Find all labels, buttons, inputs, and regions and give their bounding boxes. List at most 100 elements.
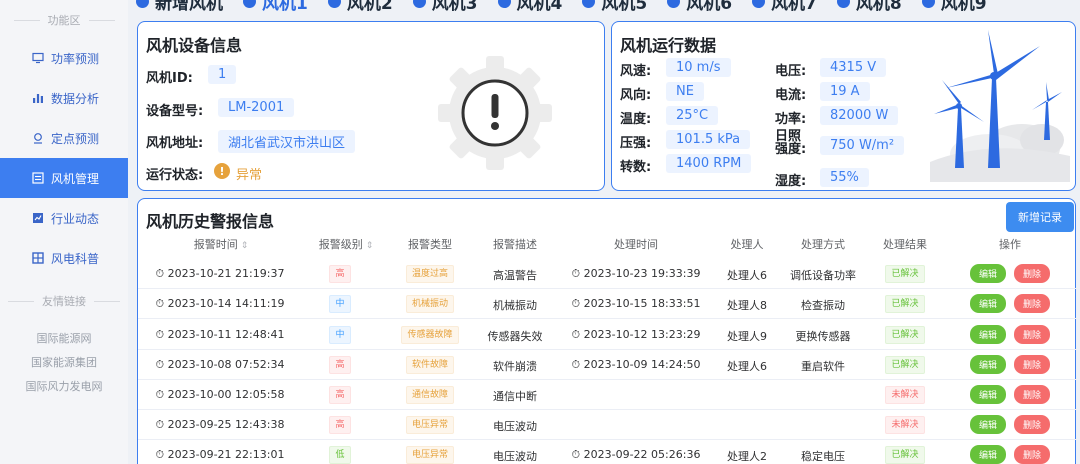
header-alarm-time[interactable]: 报警时间 ⇕ [160, 236, 282, 252]
tab-dot-icon [582, 0, 596, 8]
alarm-time: 2023-09-25 12:43:38 [167, 418, 285, 431]
header-alarm-level[interactable]: 报警级别 ⇕ [306, 236, 386, 252]
wind-speed-value: 10 m/s [666, 58, 731, 77]
table-row: ⏱ 2023-10-21 21:19:37 高 温度过高 高温警告 ⏱ 2023-10-… [138, 259, 1076, 289]
rpm-value: 1400 RPM [666, 154, 752, 173]
handle-time-cell: ⏱ 2023-09-22 05:26:36 [568, 448, 704, 462]
alarm-type-cell: 软件故障 [394, 356, 466, 374]
tab-fan-5[interactable]: 风机5 [582, 0, 647, 14]
tab-fan-1[interactable]: 风机1 [243, 0, 308, 14]
sidebar-item-data-analysis[interactable]: 数据分析 [0, 78, 128, 118]
device-info-title: 风机设备信息 [146, 36, 243, 55]
sidebar-item-label: 行业动态 [51, 211, 100, 226]
delete-button[interactable]: 删除 [1014, 264, 1051, 283]
tab-dot-icon [136, 0, 149, 8]
pressure-value: 101.5 kPa [666, 130, 751, 149]
delete-button[interactable]: 删除 [1014, 445, 1051, 464]
tab-label: 风机9 [940, 0, 987, 14]
result-cell: 未解决 [872, 416, 938, 434]
alarm-level-cell: 高 [314, 386, 366, 404]
sidebar-section-title: 功能区 [0, 12, 128, 28]
current-value: 19 A [820, 82, 870, 101]
friend-link[interactable]: 国家能源集团 [0, 354, 128, 370]
handle-time: 2023-10-09 14:24:50 [583, 358, 701, 371]
actions-cell: 编辑 删除 [950, 325, 1070, 344]
tab-fan-9[interactable]: 风机9 [921, 0, 987, 14]
wind-direction-label: 风向: [620, 88, 652, 103]
current-label: 电流: [775, 88, 807, 103]
header-handle-time: 处理时间 [614, 238, 658, 251]
sidebar-item-fan-management[interactable]: 风机管理 [0, 158, 128, 198]
running-data-title: 风机运行数据 [620, 36, 717, 55]
level-tag: 中 [329, 326, 351, 344]
tab-fan-6[interactable]: 风机6 [667, 0, 732, 14]
level-tag: 低 [329, 446, 351, 464]
actions-cell: 编辑 删除 [950, 355, 1070, 374]
device-info-card: 风机设备信息 风机ID: 1 设备型号: LM-2001 风机地址: 湖北省武汉… [137, 21, 605, 191]
tab-fan-4[interactable]: 风机4 [497, 0, 562, 14]
edit-button[interactable]: 编辑 [969, 445, 1006, 464]
temperature-label: 温度: [620, 112, 652, 127]
alarm-type-cell: 机械振动 [394, 295, 466, 313]
monitor-icon [32, 52, 44, 64]
alarm-time-cell: ⏱ 2023-09-25 12:43:38 [152, 418, 288, 432]
alarm-time: 2023-10-08 07:52:34 [167, 358, 285, 371]
table-row: ⏱ 2023-10-00 12:05:58 高 通信故障 通信中断 未解决 编辑 删除 [138, 380, 1076, 410]
edit-button[interactable]: 编辑 [969, 415, 1006, 434]
tab-dot-icon [412, 0, 426, 8]
alarm-time-cell: ⏱ 2023-10-14 14:11:19 [152, 297, 288, 311]
result-tag: 未解决 [885, 386, 925, 404]
wind-speed-label: 风速: [620, 64, 652, 79]
type-tag: 电压异常 [405, 416, 454, 434]
friend-link[interactable]: 国际能源网 [0, 330, 128, 346]
irradiance-value: 750 W/m² [820, 136, 905, 155]
level-tag: 高 [329, 265, 351, 283]
add-record-button[interactable]: 新增记录 [1006, 202, 1074, 232]
handle-method: 稳定电压 [801, 450, 845, 463]
sidebar-item-label: 风机管理 [51, 171, 100, 186]
edit-button[interactable]: 编辑 [969, 385, 1006, 404]
sidebar-item-wind-science[interactable]: 风电科普 [0, 238, 128, 278]
sidebar-item-label: 定点预测 [51, 131, 100, 146]
wind-direction-value: NE [666, 82, 704, 101]
alarm-desc: 高温警告 [493, 269, 537, 282]
friend-link[interactable]: 国际风力发电网 [0, 378, 128, 394]
type-tag: 传感器故障 [401, 326, 459, 344]
edit-button[interactable]: 编辑 [969, 294, 1006, 313]
table-row: ⏱ 2023-09-21 22:13:01 低 电压异常 电压波动 ⏱ 2023-09-… [138, 440, 1076, 464]
alarm-time: 2023-10-11 12:48:41 [167, 328, 285, 341]
sidebar-item-point-forecast[interactable]: 定点预测 [0, 118, 128, 158]
rpm-label: 转数: [620, 160, 652, 175]
power-label: 功率: [775, 112, 807, 127]
delete-button[interactable]: 删除 [1014, 385, 1051, 404]
tab-label: 风机3 [431, 0, 478, 14]
edit-button[interactable]: 编辑 [969, 325, 1006, 344]
tab-fan-2[interactable]: 风机2 [327, 0, 393, 14]
alarm-desc: 通信中断 [493, 390, 537, 403]
handle-method: 重启软件 [801, 360, 845, 373]
tab-label: 新增风机 [155, 0, 223, 14]
delete-button[interactable]: 删除 [1014, 415, 1051, 434]
tab-fan-8[interactable]: 风机8 [836, 0, 902, 14]
alarm-level-cell: 高 [314, 265, 366, 283]
edit-button[interactable]: 编辑 [969, 355, 1006, 374]
delete-button[interactable]: 删除 [1014, 294, 1051, 313]
result-cell: 已解决 [872, 446, 938, 464]
result-cell: 已解决 [872, 265, 938, 283]
alarm-time-cell: ⏱ 2023-10-00 12:05:58 [152, 388, 288, 402]
tab-fan-3[interactable]: 风机3 [412, 0, 478, 14]
alarm-time-cell: ⏱ 2023-10-08 07:52:34 [152, 358, 288, 372]
handle-method: 调低设备功率 [790, 269, 856, 282]
clock-icon: ⏱ [571, 448, 581, 461]
delete-button[interactable]: 删除 [1014, 325, 1051, 344]
tab-add-fan[interactable]: 新增风机 [136, 0, 223, 14]
pressure-label: 压强: [620, 136, 652, 151]
tab-label: 风机8 [855, 0, 902, 14]
edit-button[interactable]: 编辑 [969, 264, 1006, 283]
sidebar-item-power-forecast[interactable]: 功率预测 [0, 38, 128, 78]
sidebar-item-industry-news[interactable]: 行业动态 [0, 198, 128, 238]
clock-icon: ⏱ [155, 448, 165, 461]
alarm-desc: 电压波动 [493, 420, 537, 433]
tab-fan-7[interactable]: 风机7 [752, 0, 817, 14]
delete-button[interactable]: 删除 [1014, 355, 1051, 374]
